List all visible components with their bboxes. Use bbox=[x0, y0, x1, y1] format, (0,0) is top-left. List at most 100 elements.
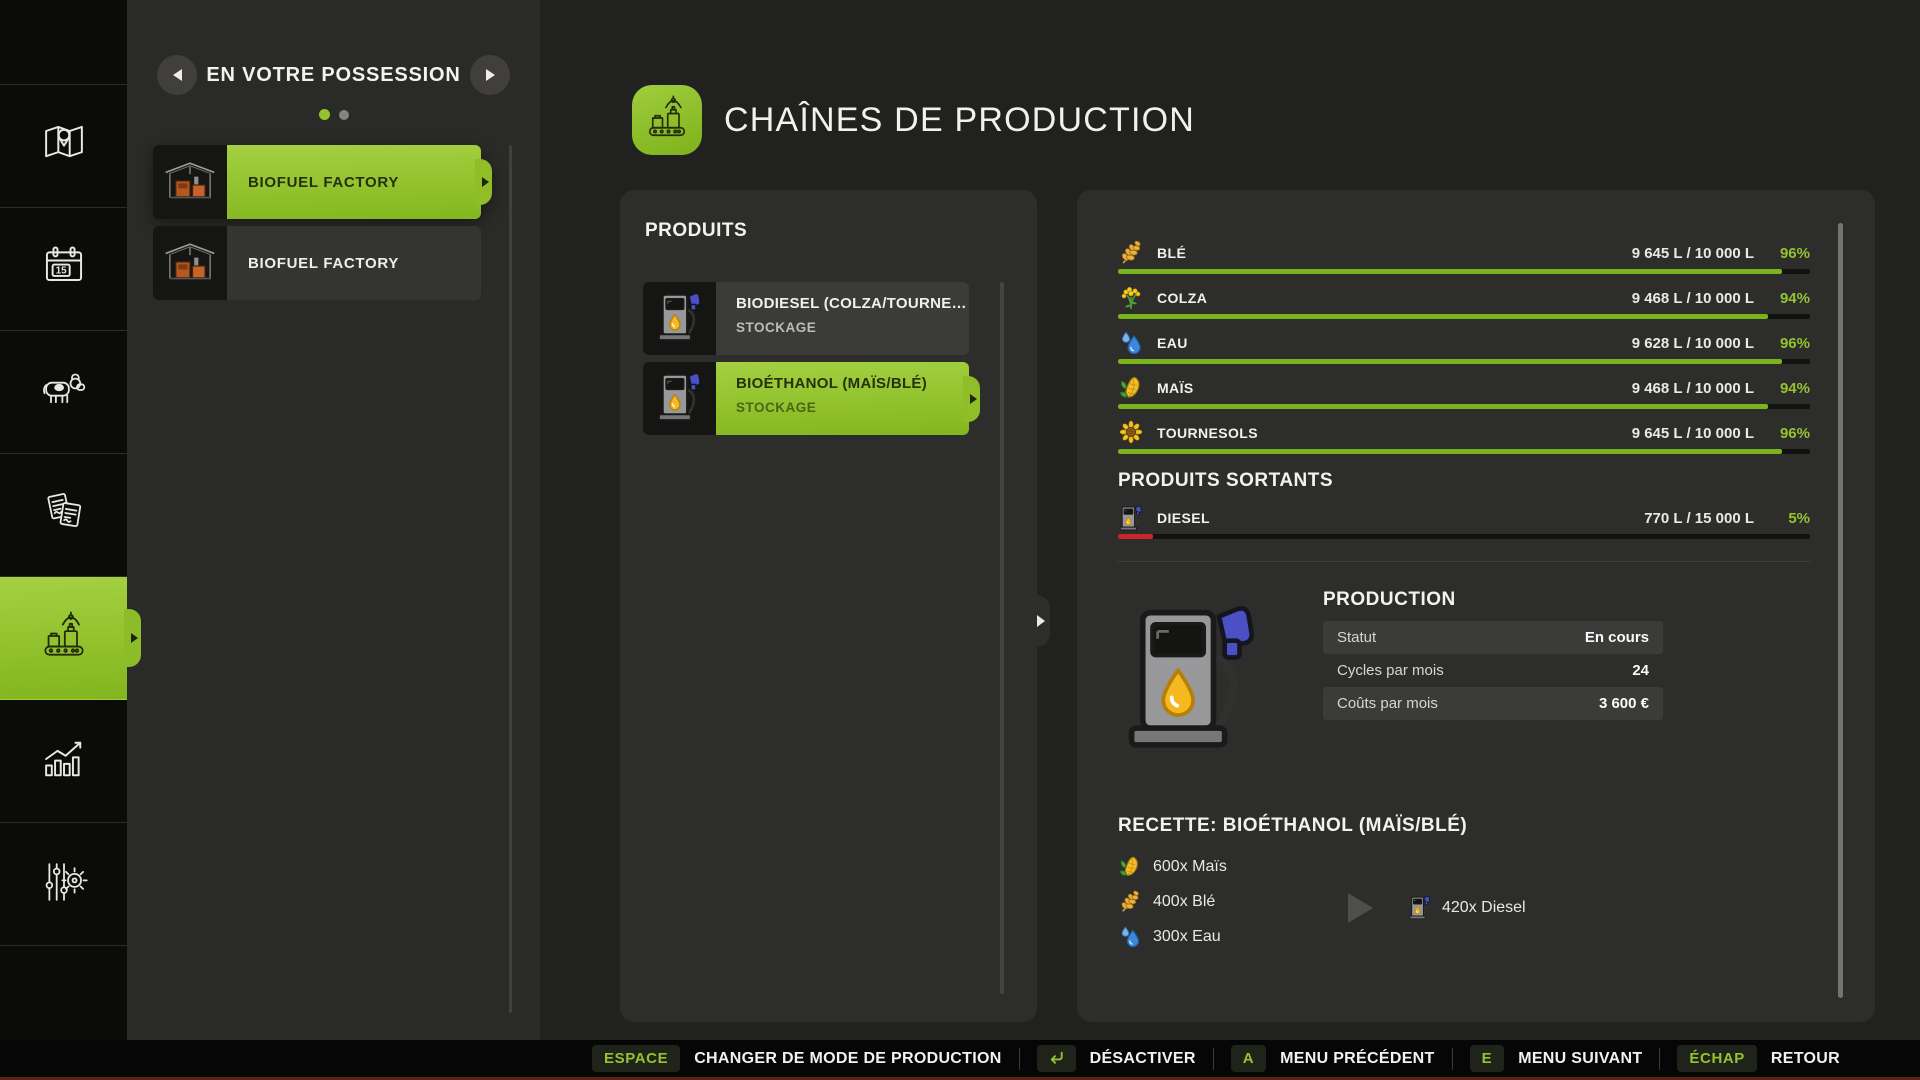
factory-thumbnail bbox=[153, 145, 227, 219]
resource-row: MAÏS 9 468 L / 10 000 L 94% bbox=[1118, 375, 1810, 401]
carousel-prev-button[interactable] bbox=[157, 55, 197, 95]
products-panel: PRODUITS BIODIESEL (COLZA/TOURNE… STOCKA… bbox=[620, 190, 1037, 1022]
scrollbar[interactable] bbox=[1838, 223, 1843, 998]
recipe-output-label: 420x Diesel bbox=[1442, 899, 1526, 917]
stat-label: Coûts par mois bbox=[1337, 695, 1438, 712]
divider bbox=[1452, 1048, 1453, 1070]
recipe-input-row: 400x Blé bbox=[1118, 890, 1348, 914]
hint-label: MENU SUIVANT bbox=[1518, 1050, 1642, 1068]
recipe-ingredients: 600x Maïs 400x Blé 300x Eau bbox=[1118, 855, 1348, 960]
production-title: PRODUCTION bbox=[1323, 589, 1663, 611]
hint-previous-menu[interactable]: A MENU PRÉCÉDENT bbox=[1231, 1045, 1435, 1072]
product-subtitle: STOCKAGE bbox=[736, 320, 959, 335]
sidebar-item-map[interactable] bbox=[0, 85, 127, 208]
bottom-hint-bar: ESPACE CHANGER DE MODE DE PRODUCTION DÉS… bbox=[0, 1040, 1920, 1077]
hint-label: CHANGER DE MODE DE PRODUCTION bbox=[694, 1050, 1001, 1068]
product-subtitle: STOCKAGE bbox=[736, 400, 959, 415]
fuel-pump-icon bbox=[1409, 895, 1431, 920]
water-icon bbox=[1118, 925, 1142, 949]
key-badge-espace[interactable]: ESPACE bbox=[592, 1045, 680, 1072]
bar-fill bbox=[1118, 269, 1782, 274]
product-item[interactable]: BIOÉTHANOL (MAÏS/BLÉ) STOCKAGE bbox=[643, 362, 969, 435]
resource-amount: 9 468 L / 10 000 L bbox=[1632, 380, 1754, 397]
stat-value: En cours bbox=[1585, 629, 1649, 646]
factory-item[interactable]: BIOFUEL FACTORY bbox=[153, 226, 481, 300]
sidebar-item-calendar[interactable]: 15 bbox=[0, 208, 127, 331]
factory-icon bbox=[159, 149, 221, 216]
scrollbar[interactable] bbox=[509, 145, 512, 1013]
fuel-pump-icon bbox=[1118, 739, 1260, 756]
sidebar-item-contracts[interactable] bbox=[0, 454, 127, 577]
enter-key-icon[interactable] bbox=[1037, 1045, 1076, 1072]
factory-name: BIOFUEL FACTORY bbox=[227, 226, 481, 300]
product-list: BIODIESEL (COLZA/TOURNE… STOCKAGE BIOÉTH… bbox=[643, 282, 969, 435]
production-pump-image bbox=[1118, 586, 1323, 757]
divider bbox=[1659, 1048, 1660, 1070]
factory-item[interactable]: BIOFUEL FACTORY bbox=[153, 145, 481, 219]
map-icon bbox=[38, 118, 90, 175]
hint-back[interactable]: ÉCHAP RETOUR bbox=[1677, 1045, 1840, 1072]
stat-label: Statut bbox=[1337, 629, 1376, 646]
resource-amount: 9 645 L / 10 000 L bbox=[1632, 245, 1754, 262]
wheat-icon bbox=[1118, 240, 1144, 266]
sidebar-item-animals[interactable] bbox=[0, 331, 127, 454]
main-sidebar: 15 bbox=[0, 0, 127, 1040]
output-amount: 770 L / 15 000 L bbox=[1644, 510, 1754, 527]
water-icon bbox=[1118, 330, 1144, 356]
fuel-pump-icon bbox=[657, 291, 703, 347]
sidebar-spacer bbox=[0, 0, 127, 85]
factory-icon bbox=[159, 230, 221, 297]
fuel-pump-icon bbox=[657, 371, 703, 427]
sidebar-item-production[interactable] bbox=[0, 577, 127, 700]
resource-percent: 94% bbox=[1754, 290, 1810, 307]
hint-next-menu[interactable]: E MENU SUIVANT bbox=[1470, 1045, 1643, 1072]
carousel-page-dots bbox=[127, 109, 540, 120]
stat-value: 24 bbox=[1632, 662, 1649, 679]
page-dot-1[interactable] bbox=[319, 109, 330, 120]
production-stat-row: Cycles par mois 24 bbox=[1323, 654, 1663, 687]
scrollbar[interactable] bbox=[1000, 282, 1004, 994]
resource-name: MAÏS bbox=[1157, 380, 1194, 396]
key-badge-a[interactable]: A bbox=[1231, 1045, 1266, 1072]
output-row: DIESEL 770 L / 15 000 L 5% bbox=[1118, 505, 1810, 531]
recipe-input-label: 600x Maïs bbox=[1153, 858, 1227, 876]
carousel-next-button[interactable] bbox=[470, 55, 510, 95]
key-badge-e[interactable]: E bbox=[1470, 1045, 1505, 1072]
production-table: Statut En cours Cycles par mois 24 Coûts… bbox=[1323, 621, 1663, 720]
bar-fill bbox=[1118, 534, 1153, 539]
resource-bar bbox=[1118, 359, 1810, 364]
hint-label: RETOUR bbox=[1771, 1050, 1840, 1068]
production-stat-row: Coûts par mois 3 600 € bbox=[1323, 687, 1663, 720]
key-badge-escape[interactable]: ÉCHAP bbox=[1677, 1045, 1757, 1072]
resource-row: BLÉ 9 645 L / 10 000 L 96% bbox=[1118, 240, 1810, 266]
resource-bar bbox=[1118, 269, 1810, 274]
hint-label: DÉSACTIVER bbox=[1090, 1050, 1196, 1068]
page-header: CHAÎNES DE PRODUCTION bbox=[632, 85, 1195, 155]
resource-percent: 96% bbox=[1754, 425, 1810, 442]
bar-fill bbox=[1118, 449, 1782, 454]
wheat-icon bbox=[1118, 890, 1142, 914]
chevron-left-icon bbox=[173, 69, 182, 81]
factory-list: BIOFUEL FACTORY BIOFUEL FACTORY bbox=[153, 145, 481, 300]
owned-panel: EN VOTRE POSSESSION BIOFUEL FACTORY BIOF… bbox=[127, 0, 540, 1040]
resource-percent: 94% bbox=[1754, 380, 1810, 397]
products-panel-title: PRODUITS bbox=[620, 190, 1037, 242]
details-panel: BLÉ 9 645 L / 10 000 L 96% COLZA 9 468 L… bbox=[1077, 190, 1875, 1022]
product-item[interactable]: BIODIESEL (COLZA/TOURNE… STOCKAGE bbox=[643, 282, 969, 355]
selected-arrow-icon bbox=[475, 159, 492, 205]
chevron-right-icon bbox=[486, 69, 495, 81]
sidebar-item-statistics[interactable] bbox=[0, 700, 127, 823]
resource-row: EAU 9 628 L / 10 000 L 96% bbox=[1118, 330, 1810, 356]
active-tab-arrow-icon bbox=[124, 609, 141, 667]
sidebar-item-settings[interactable] bbox=[0, 823, 127, 946]
resource-percent: 96% bbox=[1754, 335, 1810, 352]
cow-icon bbox=[38, 364, 90, 421]
resource-percent: 96% bbox=[1754, 245, 1810, 262]
sunflower-icon bbox=[1118, 420, 1144, 446]
expand-panel-arrow[interactable] bbox=[1024, 595, 1050, 647]
hint-deactivate[interactable]: DÉSACTIVER bbox=[1037, 1045, 1196, 1072]
page-dot-2[interactable] bbox=[339, 110, 349, 120]
hint-change-production-mode[interactable]: ESPACE CHANGER DE MODE DE PRODUCTION bbox=[592, 1045, 1002, 1072]
factory-thumbnail bbox=[153, 226, 227, 300]
production-icon bbox=[643, 94, 691, 147]
